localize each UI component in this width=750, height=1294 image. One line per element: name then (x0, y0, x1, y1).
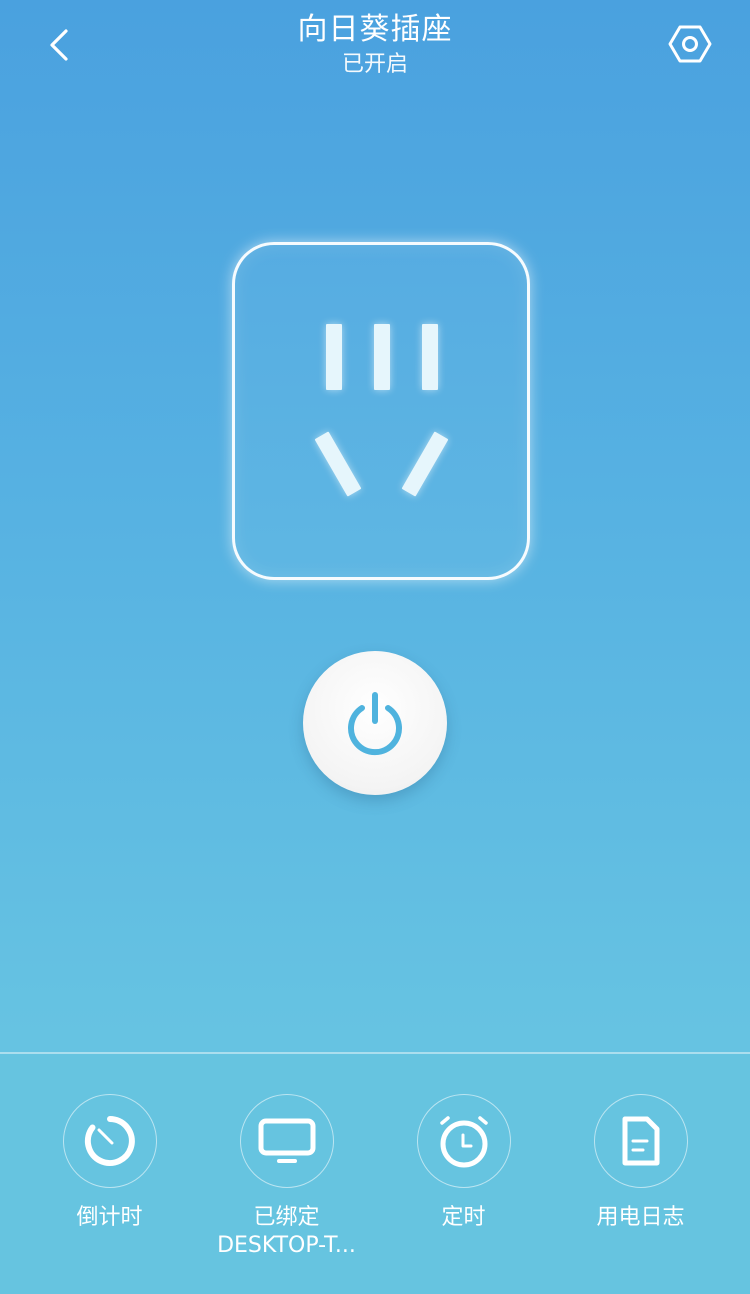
power-log-button[interactable]: 用电日志 (552, 1094, 729, 1232)
header: 向日葵插座 已开启 (0, 0, 750, 90)
page-title: 向日葵插座 (297, 12, 453, 47)
power-icon (348, 692, 402, 756)
power-log-label: 用电日志 (596, 1205, 685, 1230)
schedule-icon-circle (416, 1094, 511, 1188)
outlet-slot (401, 431, 449, 497)
outlet-slot (314, 431, 362, 497)
schedule-label: 定时 (441, 1205, 486, 1230)
settings-button[interactable] (662, 18, 718, 70)
bound-device-icon-circle (239, 1094, 334, 1188)
outlet-slot (374, 324, 390, 390)
app-screen: 向日葵插座 已开启 倒计时 已绑定 DESKTOP-T... 定时 用电日志 (0, 0, 750, 1294)
power-toggle-button[interactable] (303, 651, 447, 795)
action-bar: 倒计时 已绑定 DESKTOP-T... 定时 用电日志 (0, 1052, 750, 1294)
document-log-icon (622, 1116, 659, 1166)
countdown-timer-icon (84, 1116, 135, 1166)
countdown-icon-circle (62, 1094, 157, 1188)
alarm-clock-icon (439, 1116, 488, 1168)
countdown-button[interactable]: 倒计时 (21, 1094, 198, 1232)
bound-device-label: 已绑定 (253, 1205, 320, 1230)
countdown-label: 倒计时 (76, 1205, 143, 1230)
outlet-slot (422, 324, 438, 390)
bound-device-button[interactable]: 已绑定 DESKTOP-T... (198, 1094, 375, 1260)
outlet-slot (326, 324, 342, 390)
back-button[interactable] (34, 20, 84, 70)
power-outlet-icon (232, 242, 530, 580)
hexagon-gear-icon (668, 25, 712, 63)
monitor-icon (258, 1118, 315, 1163)
schedule-button[interactable]: 定时 (375, 1094, 552, 1232)
power-log-icon-circle (593, 1094, 688, 1188)
bound-device-name: DESKTOP-T... (217, 1233, 356, 1258)
device-status: 已开启 (341, 52, 408, 77)
chevron-left-icon (50, 29, 68, 61)
